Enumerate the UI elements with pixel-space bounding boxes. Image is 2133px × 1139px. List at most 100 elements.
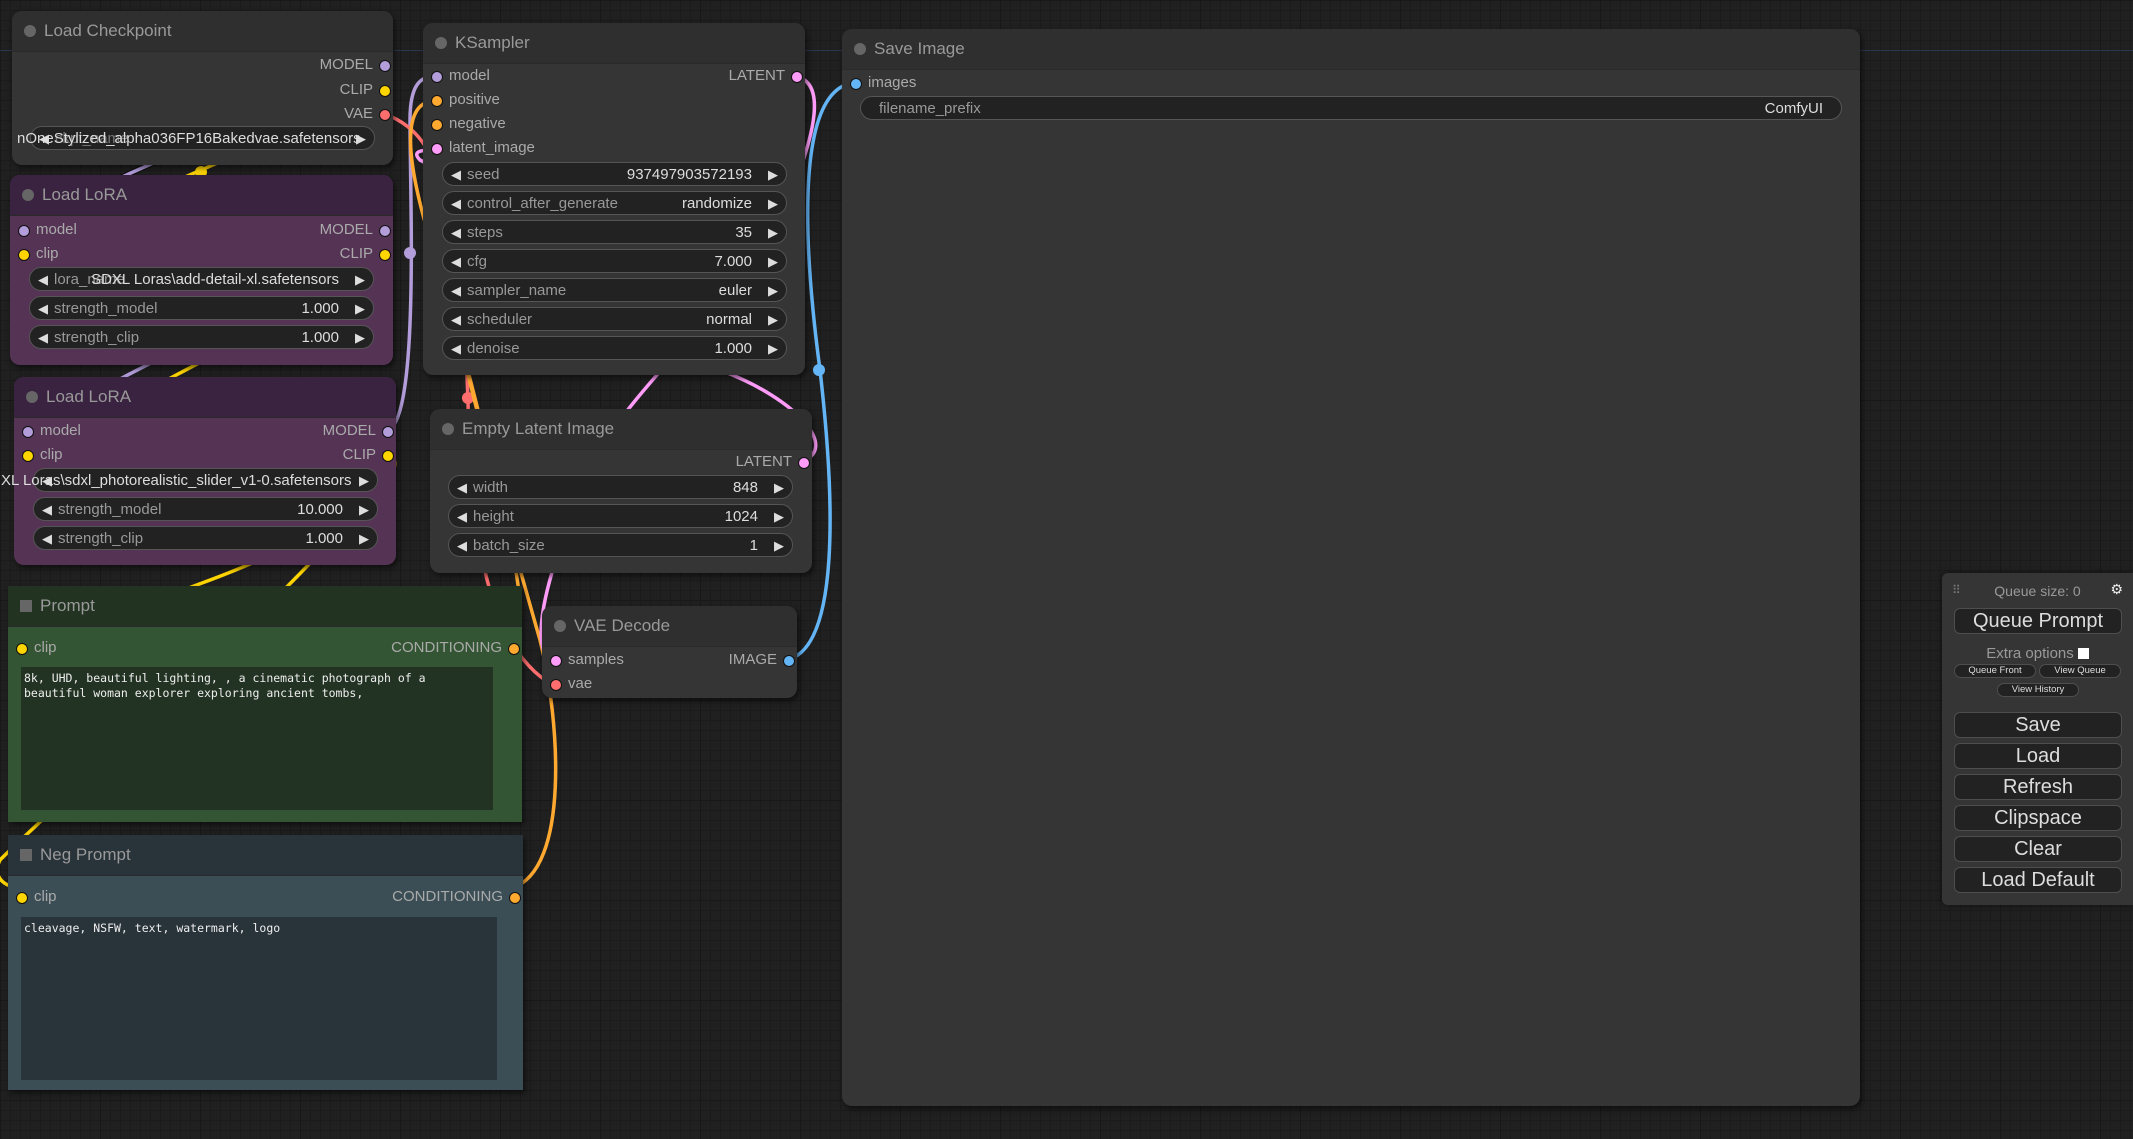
node-load-lora-2[interactable]: Load LoRA model clip MODEL CLIP ◀ XL Lor… bbox=[1, 377, 396, 565]
collapse-dot-icon[interactable] bbox=[24, 25, 36, 37]
slot-pin-icon[interactable] bbox=[379, 225, 391, 237]
increment-arrow-icon[interactable]: ▶ bbox=[355, 297, 365, 321]
save-button[interactable]: Save bbox=[1954, 712, 2122, 738]
decrement-arrow-icon[interactable]: ◀ bbox=[451, 337, 461, 361]
node-ksampler[interactable]: KSampler model positive negative latent_… bbox=[423, 23, 805, 375]
decrement-arrow-icon[interactable]: ◀ bbox=[457, 534, 467, 558]
queue-prompt-button[interactable]: Queue Prompt bbox=[1954, 608, 2122, 634]
lora-name-combo[interactable]: ◀ XL Loras\sdxl_photorealistic_slider_v1… bbox=[1, 468, 378, 493]
increment-arrow-icon[interactable]: ▶ bbox=[768, 221, 778, 245]
decrement-arrow-icon[interactable]: ◀ bbox=[42, 498, 52, 522]
node-neg-prompt[interactable]: Neg Prompt clip CONDITIONING cleavage, N… bbox=[8, 835, 523, 1090]
collapse-dot-icon[interactable] bbox=[22, 189, 34, 201]
node-title[interactable]: KSampler bbox=[423, 23, 805, 64]
decrement-arrow-icon[interactable]: ◀ bbox=[451, 279, 461, 303]
strength-clip-number[interactable]: ◀ strength_clip 1.000 ▶ bbox=[29, 325, 374, 349]
increment-arrow-icon[interactable]: ▶ bbox=[359, 527, 369, 551]
prompt-textarea[interactable]: 8k, UHD, beautiful lighting, , a cinemat… bbox=[21, 667, 493, 810]
node-title[interactable]: Neg Prompt bbox=[8, 835, 523, 876]
input-model[interactable]: model bbox=[16, 221, 77, 239]
increment-arrow-icon[interactable]: ▶ bbox=[768, 163, 778, 187]
node-title[interactable]: VAE Decode bbox=[542, 606, 797, 647]
input-positive[interactable]: positive bbox=[429, 91, 500, 109]
slot-pin-icon[interactable] bbox=[18, 249, 30, 261]
slot-pin-icon[interactable] bbox=[382, 426, 394, 438]
strength-model-number[interactable]: ◀ strength_model 10.000 ▶ bbox=[33, 497, 378, 521]
slot-pin-icon[interactable] bbox=[431, 143, 443, 155]
input-samples[interactable]: samples bbox=[548, 651, 624, 669]
slot-pin-icon[interactable] bbox=[16, 892, 28, 904]
node-load-lora-1[interactable]: Load LoRA model clip MODEL CLIP ◀ lora_n… bbox=[10, 175, 393, 365]
slot-pin-icon[interactable] bbox=[379, 85, 391, 97]
increment-arrow-icon[interactable]: ▶ bbox=[768, 250, 778, 274]
node-prompt[interactable]: Prompt clip CONDITIONING 8k, UHD, beauti… bbox=[8, 586, 522, 822]
decrement-arrow-icon[interactable]: ◀ bbox=[42, 527, 52, 551]
gear-icon[interactable]: ⚙ bbox=[2110, 581, 2123, 598]
output-conditioning[interactable]: CONDITIONING bbox=[391, 639, 522, 657]
output-clip[interactable]: CLIP bbox=[343, 446, 396, 464]
output-clip[interactable]: CLIP bbox=[340, 245, 393, 263]
output-latent[interactable]: LATENT bbox=[736, 453, 812, 471]
increment-arrow-icon[interactable]: ▶ bbox=[359, 498, 369, 522]
lora-name-combo[interactable]: ◀ lora_name SDXL Loras\add-detail-xl.saf… bbox=[29, 267, 374, 291]
increment-arrow-icon[interactable]: ▶ bbox=[774, 476, 784, 500]
collapse-dot-icon[interactable] bbox=[442, 423, 454, 435]
slot-pin-icon[interactable] bbox=[783, 655, 795, 667]
output-model[interactable]: MODEL bbox=[320, 221, 393, 239]
decrement-arrow-icon[interactable]: ◀ bbox=[38, 326, 48, 350]
node-vae-decode[interactable]: VAE Decode samples vae IMAGE bbox=[542, 606, 797, 698]
input-negative[interactable]: negative bbox=[429, 115, 506, 133]
queue-front-button[interactable]: Queue Front bbox=[1954, 664, 2036, 678]
slot-pin-icon[interactable] bbox=[550, 679, 562, 691]
output-model[interactable]: MODEL bbox=[320, 56, 393, 74]
cfg-number[interactable]: ◀ cfg 7.000 ▶ bbox=[442, 249, 787, 273]
increment-arrow-icon[interactable]: ▶ bbox=[768, 279, 778, 303]
decrement-arrow-icon[interactable]: ◀ bbox=[451, 163, 461, 187]
neg-prompt-textarea[interactable]: cleavage, NSFW, text, watermark, logo bbox=[21, 917, 497, 1080]
output-image[interactable]: IMAGE bbox=[729, 651, 797, 669]
input-model[interactable]: model bbox=[429, 67, 490, 85]
node-title[interactable]: Load LoRA bbox=[10, 175, 393, 216]
seed-number[interactable]: ◀ seed 937497903572193 ▶ bbox=[442, 162, 787, 186]
load-default-button[interactable]: Load Default bbox=[1954, 867, 2122, 893]
collapse-dot-icon[interactable] bbox=[554, 620, 566, 632]
decrement-arrow-icon[interactable]: ◀ bbox=[451, 308, 461, 332]
extra-options-checkbox[interactable] bbox=[2077, 648, 2089, 659]
slot-pin-icon[interactable] bbox=[850, 78, 862, 90]
input-clip[interactable]: clip bbox=[14, 639, 57, 657]
clear-button[interactable]: Clear bbox=[1954, 836, 2122, 862]
increment-arrow-icon[interactable]: ▶ bbox=[355, 268, 365, 292]
output-vae[interactable]: VAE bbox=[344, 105, 393, 123]
collapse-dot-icon[interactable] bbox=[854, 43, 866, 55]
control-after-generate-combo[interactable]: ◀ control_after_generate randomize ▶ bbox=[442, 191, 787, 215]
decrement-arrow-icon[interactable]: ◀ bbox=[451, 250, 461, 274]
node-empty-latent-image[interactable]: Empty Latent Image LATENT ◀ width 848 ▶ ◀ he… bbox=[430, 409, 812, 573]
collapse-square-icon[interactable] bbox=[20, 849, 32, 861]
increment-arrow-icon[interactable]: ▶ bbox=[359, 469, 369, 493]
decrement-arrow-icon[interactable]: ◀ bbox=[38, 268, 48, 292]
collapse-dot-icon[interactable] bbox=[435, 37, 447, 49]
view-queue-button[interactable]: View Queue bbox=[2039, 664, 2121, 678]
node-title[interactable]: Load LoRA bbox=[14, 377, 396, 418]
slot-pin-icon[interactable] bbox=[508, 643, 520, 655]
height-number[interactable]: ◀ height 1024 ▶ bbox=[448, 504, 793, 528]
node-save-image[interactable]: Save Image images filename_prefix ComfyU… bbox=[842, 29, 1860, 1106]
slot-pin-icon[interactable] bbox=[509, 892, 521, 904]
decrement-arrow-icon[interactable]: ◀ bbox=[451, 221, 461, 245]
node-title[interactable]: Save Image bbox=[842, 29, 1860, 70]
refresh-button[interactable]: Refresh bbox=[1954, 774, 2122, 800]
input-clip[interactable]: clip bbox=[16, 245, 59, 263]
input-model[interactable]: model bbox=[20, 422, 81, 440]
output-latent[interactable]: LATENT bbox=[729, 67, 805, 85]
node-load-checkpoint[interactable]: Load Checkpoint MODEL CLIP VAE ◀ ckpt_na… bbox=[12, 11, 393, 165]
decrement-arrow-icon[interactable]: ◀ bbox=[451, 192, 461, 216]
output-conditioning[interactable]: CONDITIONING bbox=[392, 888, 523, 906]
node-title[interactable]: Load Checkpoint bbox=[12, 11, 393, 52]
output-clip[interactable]: CLIP bbox=[340, 81, 393, 99]
denoise-number[interactable]: ◀ denoise 1.000 ▶ bbox=[442, 336, 787, 360]
increment-arrow-icon[interactable]: ▶ bbox=[774, 505, 784, 529]
slot-pin-icon[interactable] bbox=[379, 249, 391, 261]
input-images[interactable]: images bbox=[848, 74, 916, 92]
scheduler-combo[interactable]: ◀ scheduler normal ▶ bbox=[442, 307, 787, 331]
slot-pin-icon[interactable] bbox=[431, 71, 443, 83]
